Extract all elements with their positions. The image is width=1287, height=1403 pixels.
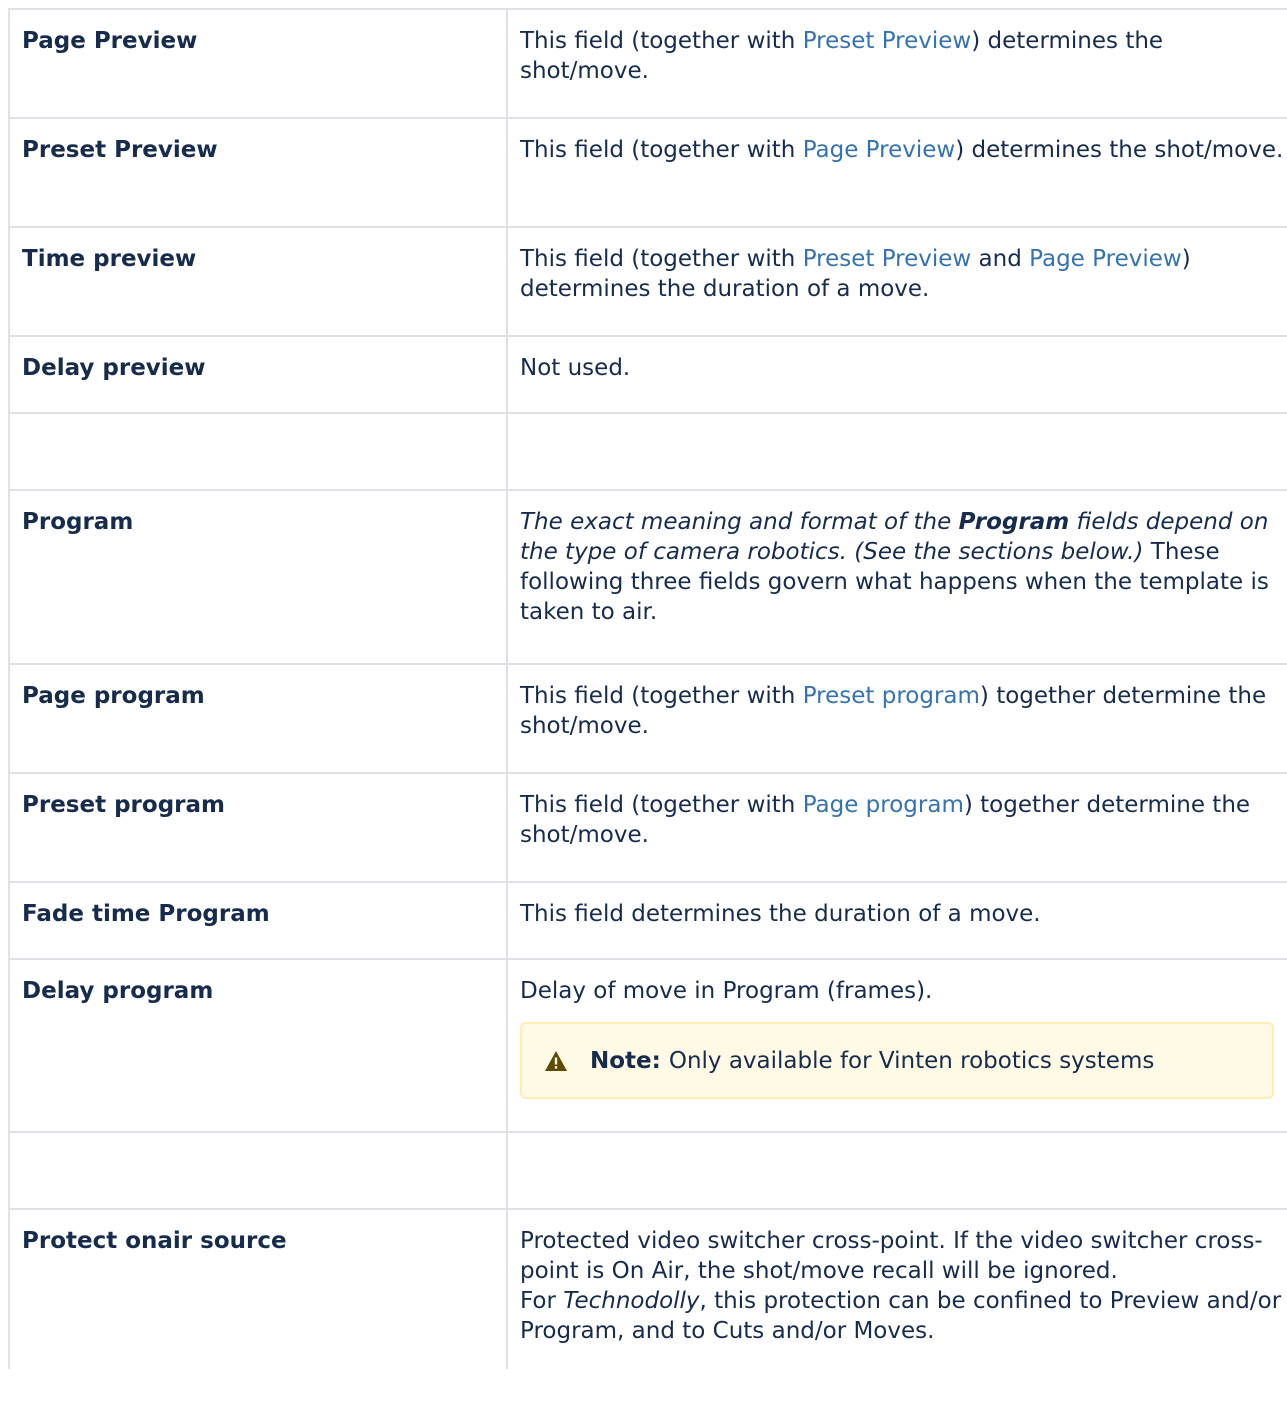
field-name: Preset Preview [22, 137, 218, 163]
field-name-cell: Delay program [8, 958, 508, 1133]
description-text: The exact meaning and format of the [520, 509, 959, 535]
field-name-cell: Preset program [8, 772, 508, 883]
field-description-cell: Delay of move in Program (frames). Note: O… [506, 958, 1287, 1133]
table-row: Fade time Program This field determines t… [8, 881, 1287, 960]
table-row: Time preview This field (together with Pr… [8, 226, 1287, 337]
table-row: Protect onair source Protected video swit… [8, 1208, 1287, 1369]
note-text: Only available for Vinten robotics syste… [668, 1047, 1155, 1074]
field-name-cell: Page Preview [8, 8, 508, 119]
cross-reference-link[interactable]: Preset Preview [803, 28, 972, 54]
warning-icon [544, 1050, 568, 1072]
description-text: For [520, 1288, 564, 1314]
field-name: Page program [22, 683, 205, 709]
field-description-cell: Protected video switcher cross-point. If… [506, 1208, 1287, 1369]
description-text: Delay of move in Program (frames). [520, 978, 933, 1004]
field-description-cell: This field (together with Page program) … [506, 772, 1287, 883]
table-row [8, 1131, 1287, 1210]
field-name-cell: Fade time Program [8, 881, 508, 960]
field-name-cell: Protect onair source [8, 1208, 508, 1369]
description-text: This field determines the duration of a … [520, 901, 1041, 927]
table-row: Program The exact meaning and format of t… [8, 489, 1287, 665]
table-row: Delay program Delay of move in Program (f… [8, 958, 1287, 1133]
field-description-cell: This field determines the duration of a … [506, 881, 1287, 960]
table-row: Delay preview Not used. [8, 335, 1287, 414]
field-name-cell: Preset Preview [8, 117, 508, 228]
field-name: Delay preview [22, 355, 206, 381]
description-text: Protected video switcher cross-point. If… [520, 1228, 1263, 1284]
note-callout: Note: Only available for Vinten robotics … [520, 1022, 1274, 1099]
field-name: Time preview [22, 246, 197, 272]
field-description-cell: The exact meaning and format of the Prog… [506, 489, 1287, 665]
field-name-cell: Time preview [8, 226, 508, 337]
note-label: Note: [590, 1047, 661, 1074]
description-text: This field (together with [520, 28, 803, 54]
field-name: Protect onair source [22, 1228, 287, 1254]
field-name-cell [8, 1131, 508, 1210]
field-name-cell: Program [8, 489, 508, 665]
field-name: Preset program [22, 792, 225, 818]
table-row: Page Preview This field (together with Pr… [8, 8, 1287, 119]
field-description-cell: This field (together with Page Preview) … [506, 117, 1287, 228]
table-row: Preset program This field (together with … [8, 772, 1287, 883]
cross-reference-link[interactable]: Page Preview [1029, 246, 1182, 272]
field-description-cell: This field (together with Preset Preview… [506, 226, 1287, 337]
cross-reference-link[interactable]: Page Preview [803, 137, 956, 163]
field-name: Page Preview [22, 28, 198, 54]
description-text: Program [958, 509, 1070, 535]
description-text: This field (together with [520, 137, 803, 163]
field-description-cell: This field (together with Preset program… [506, 663, 1287, 774]
description-text: This field (together with [520, 792, 803, 818]
cross-reference-link[interactable]: Preset Preview [803, 246, 972, 272]
field-description-table: Page Preview This field (together with Pr… [8, 8, 1287, 1369]
table-row: Preset Preview This field (together with … [8, 117, 1287, 228]
field-name-cell: Page program [8, 663, 508, 774]
description-text: Not used. [520, 355, 631, 381]
table-row [8, 412, 1287, 491]
field-description-cell [506, 412, 1287, 491]
table-row: Page program This field (together with Pr… [8, 663, 1287, 774]
description-text: and [971, 246, 1030, 272]
field-description-cell: Not used. [506, 335, 1287, 414]
field-name: Fade time Program [22, 901, 270, 927]
field-description-cell [506, 1131, 1287, 1210]
cross-reference-link[interactable]: Preset program [803, 683, 980, 709]
field-description-cell: This field (together with Preset Preview… [506, 8, 1287, 119]
field-name: Delay program [22, 978, 214, 1004]
cross-reference-link[interactable]: Page program [803, 792, 964, 818]
field-name-cell: Delay preview [8, 335, 508, 414]
description-text: Technodolly [563, 1288, 700, 1314]
description-text: This field (together with [520, 246, 803, 272]
field-name-cell [8, 412, 508, 491]
description-text: ) determines the shot/move. [955, 137, 1284, 163]
description-text: This field (together with [520, 683, 803, 709]
field-name: Program [22, 509, 134, 535]
